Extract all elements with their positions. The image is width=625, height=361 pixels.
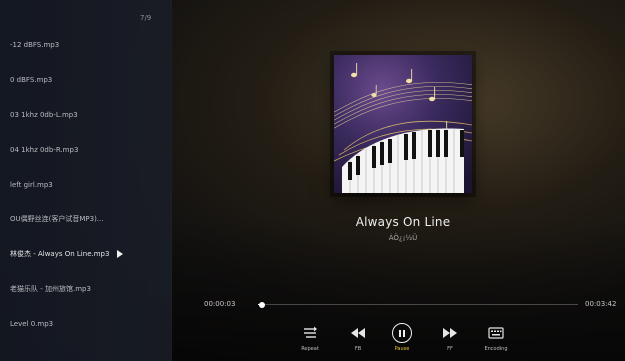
repeat-button[interactable]: Repeat [290, 323, 330, 355]
playlist-item-label: -12 dBFS.mp3 [10, 41, 60, 50]
fast-backward-icon [351, 323, 365, 343]
current-time: 00:00:03 [204, 300, 236, 308]
playlist-item-label: 0 dBFS.mp3 [10, 76, 53, 85]
playlist-item-label: 林俊杰 - Always On Line.mp3 [10, 250, 110, 259]
playlist-item-label: OU偶野丝连(客户试音MP3)... [10, 215, 104, 224]
fast-backward-label: FB [354, 346, 362, 352]
seek-bar[interactable] [258, 301, 578, 308]
playlist-panel: 7/9 -12 dBFS.mp3 0 dBFS.mp3 03 1khz 0db-… [0, 0, 172, 361]
repeat-icon [302, 323, 318, 343]
fast-backward-button[interactable]: FB [338, 323, 378, 355]
playlist-item[interactable]: OU偶野丝连(客户试音MP3)... [0, 202, 172, 237]
total-time: 00:03:42 [585, 300, 617, 308]
playlist-list: -12 dBFS.mp3 0 dBFS.mp3 03 1khz 0db-L.mp… [0, 28, 172, 341]
playlist-item[interactable]: 04 1khz 0db-R.mp3 [0, 132, 172, 167]
playlist-item-playing[interactable]: 林俊杰 - Always On Line.mp3 [0, 237, 172, 272]
repeat-label: Repeat [301, 346, 319, 352]
now-playing-icon [117, 250, 124, 259]
piano-music-notes-art [334, 55, 472, 193]
pause-button[interactable]: Pause [382, 323, 422, 355]
playlist-item-label: Level 0.mp3 [10, 319, 54, 328]
playlist-item[interactable]: Level 0.mp3 [0, 306, 172, 341]
encoding-label: Encoding [484, 346, 508, 352]
encoding-button[interactable]: Encoding [476, 323, 516, 355]
playlist-counter: 7/9 [140, 14, 152, 22]
song-title: Always On Line [355, 215, 451, 229]
playlist-item[interactable]: 0 dBFS.mp3 [0, 63, 172, 98]
album-art [334, 55, 472, 193]
playlist-item-label: 老猫乐队 - 加州旅馆.mp3 [10, 284, 91, 293]
playlist-item-label: 04 1khz 0db-R.mp3 [10, 145, 79, 154]
fast-forward-icon [443, 323, 457, 343]
playlist-item-label: 03 1khz 0db-L.mp3 [10, 110, 78, 119]
pause-icon [392, 323, 412, 343]
song-artist: ÁÖ¿¡½Ü [388, 234, 418, 242]
fast-forward-button[interactable]: FF [430, 323, 470, 355]
playlist-item[interactable]: left girl.mp3 [0, 167, 172, 202]
seek-thumb[interactable] [259, 301, 266, 308]
fast-forward-label: FF [447, 346, 453, 352]
playlist-item[interactable]: -12 dBFS.mp3 [0, 28, 172, 63]
playlist-item[interactable]: 03 1khz 0db-L.mp3 [0, 98, 172, 133]
pause-label: Pause [394, 346, 410, 352]
playlist-item-label: left girl.mp3 [10, 180, 53, 189]
encoding-icon [488, 323, 504, 343]
playlist-item[interactable]: 老猫乐队 - 加州旅馆.mp3 [0, 272, 172, 307]
